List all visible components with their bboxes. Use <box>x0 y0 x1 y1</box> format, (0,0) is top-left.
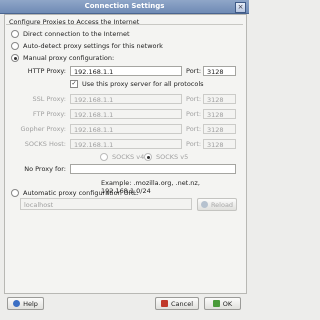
ssl-proxy-input[interactable]: 192.168.1.1 <box>70 94 182 104</box>
reload-label: Reload <box>210 200 234 209</box>
socks-port-input[interactable]: 3128 <box>203 139 236 149</box>
http-port-input[interactable]: 3128 <box>203 66 236 76</box>
socks-v4-label: SOCKS v4 <box>112 153 145 161</box>
help-label: Help <box>23 299 38 308</box>
mode-direct[interactable]: Direct connection to the Internet <box>11 30 130 38</box>
socks-v5-option[interactable]: SOCKS v5 <box>144 153 188 161</box>
reload-button[interactable]: Reload <box>197 198 237 211</box>
auto-config-label: Automatic proxy configuration URL: <box>23 189 139 197</box>
cancel-icon <box>160 300 168 307</box>
radio-direct[interactable] <box>11 30 19 38</box>
socks-v4-option[interactable]: SOCKS v4 <box>100 153 144 161</box>
no-proxy-input[interactable] <box>70 164 236 174</box>
ok-label: OK <box>222 299 233 308</box>
gopher-proxy-label: Gopher Proxy: <box>20 125 66 133</box>
group-divider <box>6 24 243 25</box>
gopher-port-input[interactable]: 3128 <box>203 124 236 134</box>
close-icon[interactable]: × <box>235 2 246 13</box>
radio-socks-v5[interactable] <box>144 153 152 161</box>
socks-port-label: Port: <box>186 140 202 148</box>
socks-host-label: SOCKS Host: <box>24 140 66 148</box>
mode-manual[interactable]: Manual proxy configuration: <box>11 54 114 62</box>
same-proxy-checkbox[interactable]: ✓ <box>70 80 78 88</box>
no-proxy-label: No Proxy for: <box>6 165 66 173</box>
radio-auto-config[interactable] <box>11 189 19 197</box>
mode-auto-detect-label: Auto-detect proxy settings for this netw… <box>23 42 163 50</box>
radio-socks-v4[interactable] <box>100 153 108 161</box>
socks-v5-label: SOCKS v5 <box>156 153 189 161</box>
ok-button[interactable]: OK <box>204 297 241 310</box>
http-port-label: Port: <box>186 67 202 75</box>
auto-config-url-input[interactable]: localhost <box>20 198 192 210</box>
ssl-proxy-label: SSL Proxy: <box>32 95 66 103</box>
ssl-port-label: Port: <box>186 95 202 103</box>
ftp-proxy-input[interactable]: 192.168.1.1 <box>70 109 182 119</box>
title-bar: Connection Settings × <box>0 0 249 14</box>
cancel-button[interactable]: Cancel <box>155 297 199 310</box>
gopher-proxy-input[interactable]: 192.168.1.1 <box>70 124 182 134</box>
help-button[interactable]: Help <box>7 297 44 310</box>
radio-manual[interactable] <box>11 54 19 62</box>
ftp-port-input[interactable]: 3128 <box>203 109 236 119</box>
mode-auto-config[interactable]: Automatic proxy configuration URL: <box>11 189 139 197</box>
no-proxy-label-text: No Proxy for: <box>24 165 66 173</box>
http-proxy-label: HTTP Proxy: <box>27 67 66 75</box>
socks-host-input[interactable]: 192.168.1.1 <box>70 139 182 149</box>
same-proxy-label: Use this proxy server for all protocols <box>82 80 204 88</box>
window-title: Connection Settings <box>84 2 165 10</box>
ftp-proxy-label: FTP Proxy: <box>32 110 66 118</box>
mode-direct-label: Direct connection to the Internet <box>23 30 130 38</box>
ssl-port-input[interactable]: 3128 <box>203 94 236 104</box>
mode-auto-detect[interactable]: Auto-detect proxy settings for this netw… <box>11 42 163 50</box>
radio-auto-detect[interactable] <box>11 42 19 50</box>
ok-icon <box>212 300 220 307</box>
http-proxy-input[interactable]: 192.168.1.1 <box>70 66 182 76</box>
reload-icon <box>200 201 208 208</box>
help-icon <box>13 300 21 307</box>
cancel-label: Cancel <box>170 299 194 308</box>
same-proxy-option[interactable]: ✓ Use this proxy server for all protocol… <box>70 80 204 88</box>
mode-manual-label: Manual proxy configuration: <box>23 54 115 62</box>
ftp-port-label: Port: <box>186 110 202 118</box>
gopher-port-label: Port: <box>186 125 202 133</box>
